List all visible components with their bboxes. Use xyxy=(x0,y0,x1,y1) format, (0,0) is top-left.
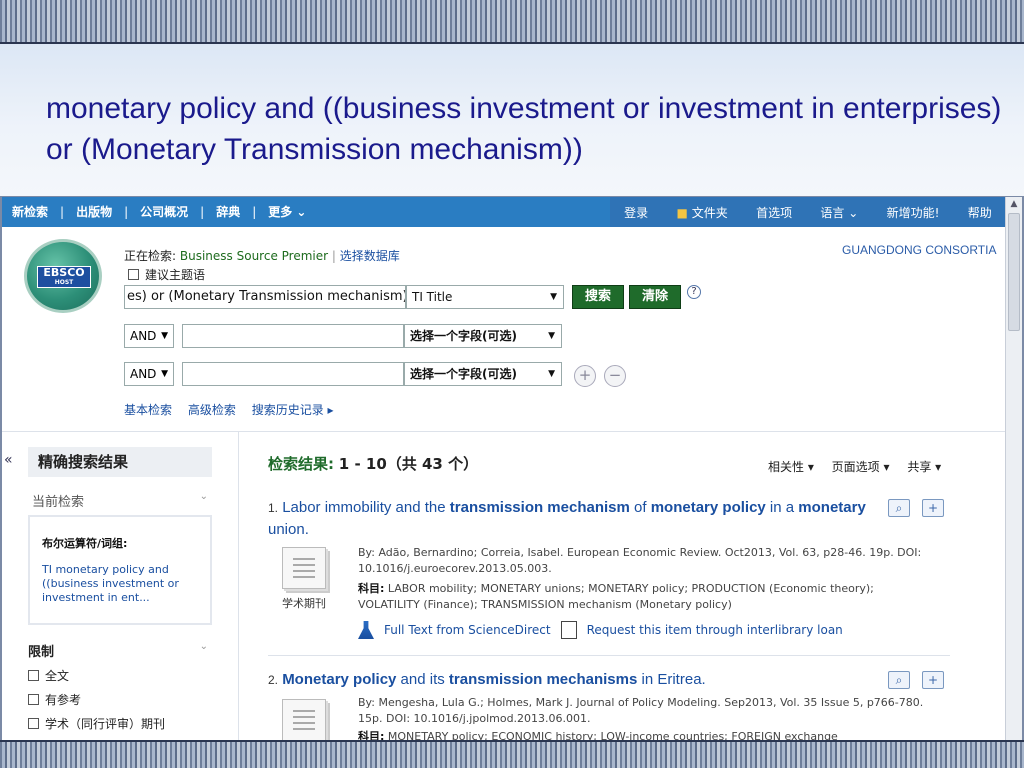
database-name: Business Source Premier xyxy=(179,249,329,263)
nav-company-profiles[interactable]: 公司概况 xyxy=(130,197,198,227)
preview-icon[interactable]: ⌕ xyxy=(888,671,910,689)
result-subjects: 科目: LABOR mobility; MONETARY unions; MON… xyxy=(358,582,874,611)
dropdown-arrow-icon: ▼ xyxy=(548,331,555,341)
request-icon xyxy=(560,621,577,639)
current-search-box: 布尔运算符/词组: TI monetary policy and ((busin… xyxy=(28,515,212,625)
slide-frame-top xyxy=(0,0,1024,44)
preview-icon[interactable]: ⌕ xyxy=(888,499,910,517)
top-navigation: 新检索 | 出版物 | 公司概况 | 辞典 | 更多 ⌄ 登录 ■ 文件夹 首选… xyxy=(2,197,1022,227)
institution-name: GUANGDONG CONSORTIA xyxy=(842,243,997,257)
ebsco-browser-screenshot: 新检索 | 出版物 | 公司概况 | 辞典 | 更多 ⌄ 登录 ■ 文件夹 首选… xyxy=(2,197,1022,740)
limit-header[interactable]: 限制 ⌄ xyxy=(28,641,212,660)
chevron-down-icon: ⌄ xyxy=(199,491,208,502)
limit-references[interactable]: 有参考 xyxy=(28,691,212,707)
results-tools: 相关性 ▾ 页面选项 ▾ 共享 ▾ xyxy=(768,458,955,475)
search-mode-links: 基本检索 高级检索 搜索历史记录 ▸ xyxy=(124,401,346,418)
dropdown-arrow-icon: ▼ xyxy=(161,369,168,379)
result-subjects: 科目: MONETARY policy; ECONOMIC history; L… xyxy=(358,730,838,740)
current-query-link[interactable]: TI monetary policy and ((business invest… xyxy=(42,563,200,605)
result-item-1: 1. Labor immobility and the transmission… xyxy=(268,497,958,647)
search-input-2[interactable] xyxy=(182,324,404,348)
nav-help[interactable]: 帮助 xyxy=(968,204,992,221)
publication-type: 学术期刊 xyxy=(282,597,326,610)
nav-new-features[interactable]: 新增功能! xyxy=(887,204,940,221)
slide-frame-bottom xyxy=(0,740,1024,768)
checkbox[interactable] xyxy=(28,717,39,729)
folder-icon: ■ xyxy=(676,205,688,220)
sort-relevance[interactable]: 相关性 ▾ xyxy=(768,460,814,474)
searching-database: 正在检索: Business Source Premier | 选择数据库 xyxy=(124,249,400,263)
nav-more[interactable]: 更多 ⌄ xyxy=(258,197,316,227)
page-options[interactable]: 页面选项 ▾ xyxy=(832,460,890,474)
search-button[interactable]: 搜索 xyxy=(572,285,624,309)
dropdown-arrow-icon: ▼ xyxy=(550,292,557,302)
choose-databases-link[interactable]: 选择数据库 xyxy=(340,249,400,263)
current-search-header[interactable]: 当前检索 ⌄ xyxy=(28,491,212,510)
interlibrary-loan-link[interactable]: Request this item through interlibrary l… xyxy=(587,623,843,637)
result-byline: By: Mengesha, Lula G.; Holmes, Mark J. J… xyxy=(358,696,924,725)
suggest-checkbox[interactable] xyxy=(128,269,139,280)
nav-new-search[interactable]: 新检索 xyxy=(2,197,58,227)
limit-fulltext[interactable]: 全文 xyxy=(28,667,212,683)
result-byline: By: Adão, Bernardino; Correia, Isabel. E… xyxy=(358,546,922,575)
result-item-2: 2. Monetary policy and its transmission … xyxy=(268,669,958,740)
nav-language[interactable]: 语言 ⌄ xyxy=(820,204,858,221)
journal-document-icon[interactable] xyxy=(282,699,326,740)
field-select-3[interactable]: 选择一个字段(可选) ▼ xyxy=(404,362,562,386)
collapse-sidebar-icon[interactable]: « xyxy=(4,452,13,468)
journal-document-icon[interactable] xyxy=(282,547,326,589)
nav-publications[interactable]: 出版物 xyxy=(66,197,122,227)
bool-select-1[interactable]: AND ▼ xyxy=(124,324,174,348)
add-to-folder-icon[interactable]: + xyxy=(922,499,944,517)
ebscohost-logo[interactable]: EBSCO HOST xyxy=(24,239,102,313)
search-history-link[interactable]: 搜索历史记录 ▸ xyxy=(252,403,334,417)
chevron-down-icon: ⌄ xyxy=(199,641,208,652)
slide-title: monetary policy and ((business investmen… xyxy=(46,92,1002,166)
share-menu[interactable]: 共享 ▾ xyxy=(907,460,941,474)
nav-sign-in[interactable]: 登录 xyxy=(624,204,648,221)
result-title-1[interactable]: 1. Labor immobility and the transmission… xyxy=(268,497,878,540)
field-select-1[interactable]: TI Title ▼ xyxy=(406,285,564,309)
checkbox[interactable] xyxy=(28,693,39,705)
scrollbar-thumb[interactable] xyxy=(1008,213,1020,331)
refine-sidebar: 精确搜索结果 当前检索 ⌄ 布尔运算符/词组: TI monetary polic… xyxy=(28,447,212,731)
limit-peer-reviewed[interactable]: 学术（同行评审）期刊 xyxy=(28,715,212,731)
search-input-3[interactable] xyxy=(182,362,404,386)
result-title-2[interactable]: 2. Monetary policy and its transmission … xyxy=(268,669,878,691)
bool-select-2[interactable]: AND ▼ xyxy=(124,362,174,386)
search-query-input[interactable]: es) or (Monetary Transmission mechanism)… xyxy=(124,285,406,309)
nav-preferences[interactable]: 首选项 xyxy=(756,204,792,221)
basic-search-link[interactable]: 基本检索 xyxy=(124,403,172,417)
dropdown-arrow-icon: ▼ xyxy=(548,369,555,379)
checkbox[interactable] xyxy=(28,669,39,681)
clear-button[interactable]: 清除 xyxy=(629,285,681,309)
nav-folder[interactable]: ■ 文件夹 xyxy=(677,204,728,221)
advanced-search-link[interactable]: 高级检索 xyxy=(188,403,236,417)
remove-row-icon[interactable]: − xyxy=(604,365,626,387)
refine-title: 精确搜索结果 xyxy=(28,447,212,477)
dropdown-arrow-icon: ▼ xyxy=(161,331,168,341)
add-row-icon[interactable]: + xyxy=(574,365,596,387)
help-icon[interactable]: ? xyxy=(687,285,701,299)
fulltext-link[interactable]: Full Text from ScienceDirect Request thi… xyxy=(358,621,843,639)
vertical-scrollbar[interactable]: ▲ xyxy=(1005,197,1022,740)
field-select-2[interactable]: 选择一个字段(可选) ▼ xyxy=(404,324,562,348)
suggest-subject-terms[interactable]: 建议主题语 xyxy=(128,266,205,283)
results-header: 检索结果: 1 - 10（共 43 个） xyxy=(268,455,479,473)
nav-dictionary[interactable]: 辞典 xyxy=(206,197,250,227)
add-to-folder-icon[interactable]: + xyxy=(922,671,944,689)
scroll-up-icon[interactable]: ▲ xyxy=(1008,199,1020,211)
flask-icon xyxy=(358,621,374,639)
